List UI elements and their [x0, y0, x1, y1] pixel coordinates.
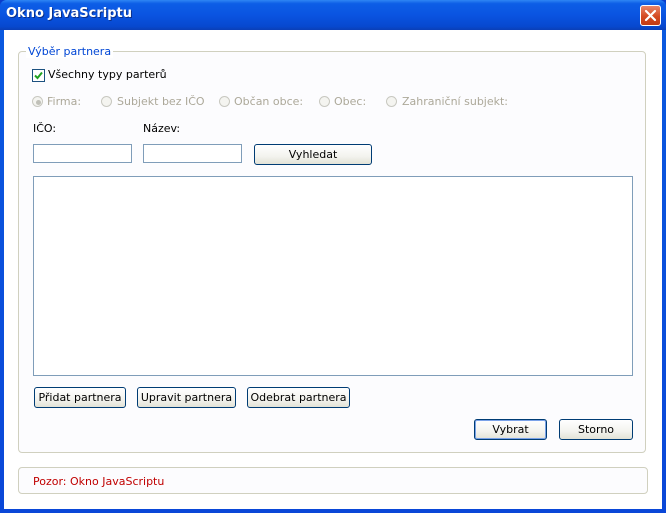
remove-partner-button[interactable]: Odebrat partnera	[247, 387, 350, 408]
dialog-client-area: Výběr partnera Všechny typy parterů Firm…	[4, 30, 662, 509]
select-button[interactable]: Vybrat	[474, 419, 547, 440]
all-types-checkbox[interactable]	[32, 69, 45, 82]
nazev-input[interactable]	[143, 144, 242, 163]
add-partner-button[interactable]: Přidat partnera	[34, 387, 126, 408]
search-button[interactable]: Vyhledat	[254, 144, 372, 165]
edit-partner-button[interactable]: Upravit partnera	[137, 387, 236, 408]
radio-obec-circle[interactable]	[319, 96, 330, 107]
radio-zahranicni-subjekt-circle[interactable]	[386, 96, 397, 107]
radio-obcan-obce-label: Občan obce:	[234, 95, 304, 108]
dialog-window: Okno JavaScriptu Výběr partnera Všechny …	[0, 0, 666, 513]
radio-firma-circle[interactable]	[32, 96, 43, 107]
radio-firma-label: Firma:	[47, 95, 82, 108]
window-title: Okno JavaScriptu	[6, 6, 132, 21]
close-button[interactable]	[640, 5, 661, 26]
status-panel: Pozor: Okno JavaScriptu	[18, 467, 648, 494]
radio-subjekt-bez-ico-circle[interactable]	[101, 96, 112, 107]
nazev-label: Název:	[143, 122, 181, 135]
radio-subjekt-bez-ico-label: Subjekt bez IČO	[117, 95, 205, 108]
status-text: Pozor: Okno JavaScriptu	[33, 475, 165, 488]
cancel-button[interactable]: Storno	[559, 419, 633, 440]
close-icon	[644, 9, 657, 22]
checkmark-icon	[34, 71, 43, 80]
title-bar[interactable]: Okno JavaScriptu	[0, 0, 666, 30]
partner-results-list[interactable]	[33, 176, 633, 376]
radio-obec-label: Obec:	[334, 95, 367, 108]
radio-zahranicni-subjekt-label: Zahraniční subjekt:	[402, 95, 509, 108]
ico-label: IČO:	[33, 122, 57, 135]
radio-obcan-obce-circle[interactable]	[219, 96, 230, 107]
all-types-label: Všechny typy parterů	[48, 68, 167, 81]
ico-input[interactable]	[33, 144, 132, 163]
group-legend: Výběr partnera	[26, 45, 114, 58]
